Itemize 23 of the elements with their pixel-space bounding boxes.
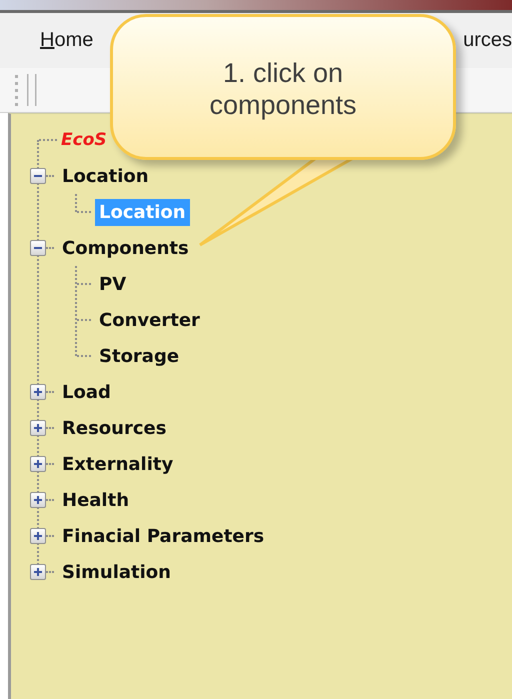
tree-item[interactable]: Externality <box>58 450 178 478</box>
collapse-icon[interactable] <box>30 240 46 256</box>
tree-item[interactable]: Resources <box>58 414 170 442</box>
grip-icon[interactable] <box>14 74 38 106</box>
tree-item[interactable]: PV <box>95 270 130 298</box>
tree-item[interactable]: Location <box>58 162 153 190</box>
expand-icon[interactable] <box>30 492 46 508</box>
tree-item[interactable]: Storage <box>95 342 184 370</box>
expand-icon[interactable] <box>30 564 46 580</box>
tree-item[interactable]: Finacial Parameters <box>58 522 268 550</box>
callout-text: 1. click on components <box>208 57 358 122</box>
menu-item[interactable]: urces <box>463 29 512 52</box>
collapse-icon[interactable] <box>30 168 46 184</box>
expand-icon[interactable] <box>30 384 46 400</box>
menu-item[interactable]: Home <box>40 29 94 52</box>
tree-item[interactable]: Health <box>58 486 134 514</box>
tree-item[interactable]: Components <box>58 234 193 262</box>
tree-item[interactable]: Converter <box>95 306 204 334</box>
tree-item[interactable]: Load <box>58 378 115 406</box>
expand-icon[interactable] <box>30 456 46 472</box>
expand-icon[interactable] <box>30 528 46 544</box>
tree-item[interactable]: Simulation <box>58 558 175 586</box>
expand-icon[interactable] <box>30 420 46 436</box>
